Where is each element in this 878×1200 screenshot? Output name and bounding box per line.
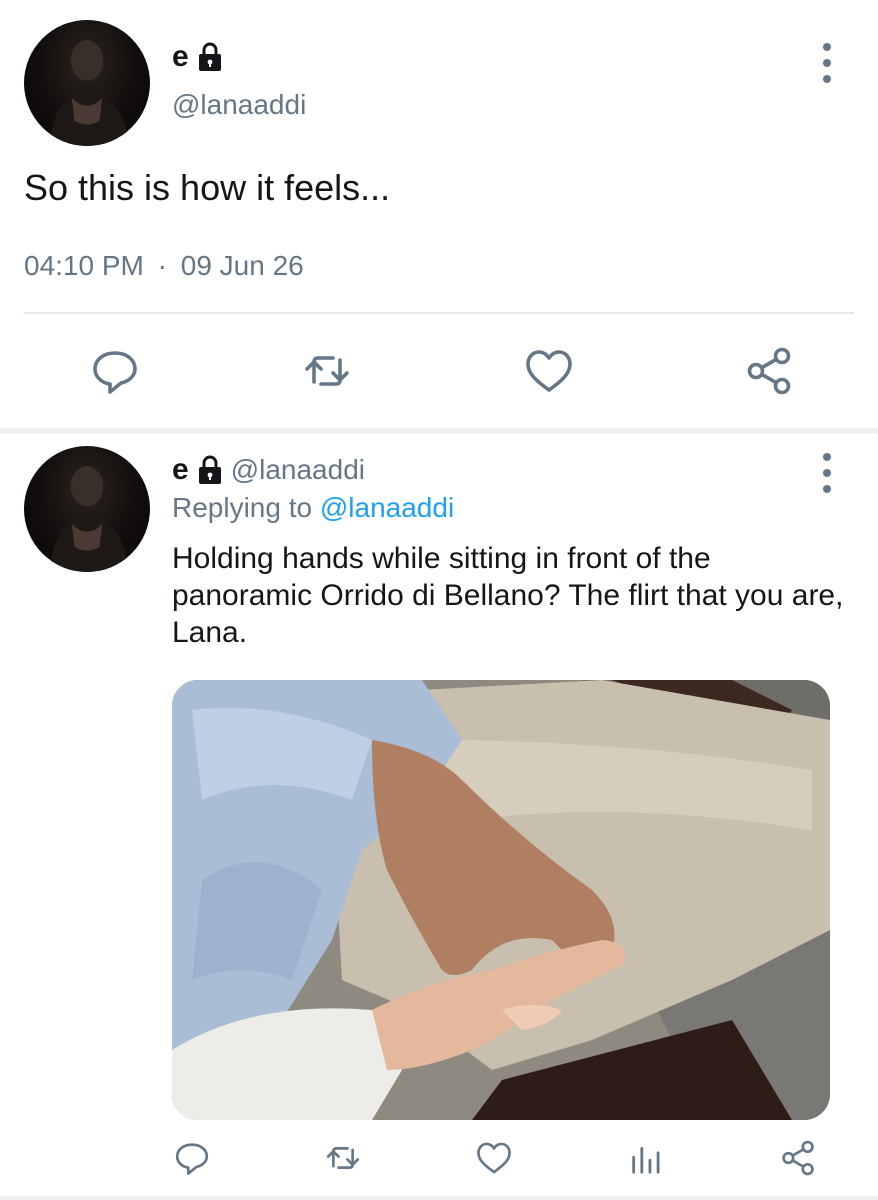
share-icon xyxy=(782,1140,814,1176)
tweet-timestamp[interactable]: 04:10 PM · 09 Jun 26 xyxy=(24,248,304,284)
author-handle[interactable]: @lanaaddi xyxy=(172,88,306,122)
retweet-icon xyxy=(305,356,349,386)
holding-hands-photo xyxy=(172,680,830,1120)
divider xyxy=(24,312,854,314)
like-button[interactable] xyxy=(522,344,576,398)
section-divider xyxy=(0,428,878,434)
bottom-divider xyxy=(0,1196,878,1200)
author-name-row: e xyxy=(172,40,223,74)
analytics-button[interactable] xyxy=(627,1138,667,1178)
share-button[interactable] xyxy=(778,1138,818,1178)
tweet-text: So this is how it feels... xyxy=(24,167,391,208)
replying-to: Replying to @lanaaddi xyxy=(172,490,454,526)
more-icon[interactable] xyxy=(820,43,834,83)
reply-icon xyxy=(93,351,137,394)
retweet-button[interactable] xyxy=(300,344,354,398)
lock-icon xyxy=(198,455,221,484)
reply-icon xyxy=(175,1143,209,1175)
analytics-icon xyxy=(632,1146,660,1174)
reply-author-avatar[interactable] xyxy=(24,446,150,572)
author-display-name[interactable]: e xyxy=(172,40,189,74)
replying-handle-link[interactable]: @lanaaddi xyxy=(320,492,454,523)
tweet-time: 04:10 PM xyxy=(24,250,144,281)
share-button[interactable] xyxy=(742,344,796,398)
like-icon xyxy=(526,350,572,392)
like-icon xyxy=(477,1142,511,1174)
more-icon[interactable] xyxy=(820,453,834,493)
reply-author-row: e @lanaaddi xyxy=(172,452,365,488)
reply-handle[interactable]: @lanaaddi xyxy=(231,452,365,488)
meta-separator: · xyxy=(157,250,167,281)
reply-display-name[interactable]: e xyxy=(172,452,189,488)
tweet-date: 09 Jun 26 xyxy=(180,250,304,281)
avatar-photo xyxy=(49,466,130,572)
replying-prefix: Replying to xyxy=(172,492,313,523)
like-button[interactable] xyxy=(474,1138,514,1178)
lock-icon xyxy=(198,42,221,71)
avatar-photo xyxy=(49,40,130,146)
reply-text: Holding hands while sitting in front of … xyxy=(172,542,844,649)
share-icon xyxy=(747,347,791,395)
retweet-icon xyxy=(326,1147,360,1169)
reply-button[interactable] xyxy=(172,1138,212,1178)
retweet-button[interactable] xyxy=(323,1138,363,1178)
reply-button[interactable] xyxy=(88,344,142,398)
tweet-media-photo[interactable] xyxy=(172,680,830,1120)
author-avatar[interactable] xyxy=(24,20,150,146)
